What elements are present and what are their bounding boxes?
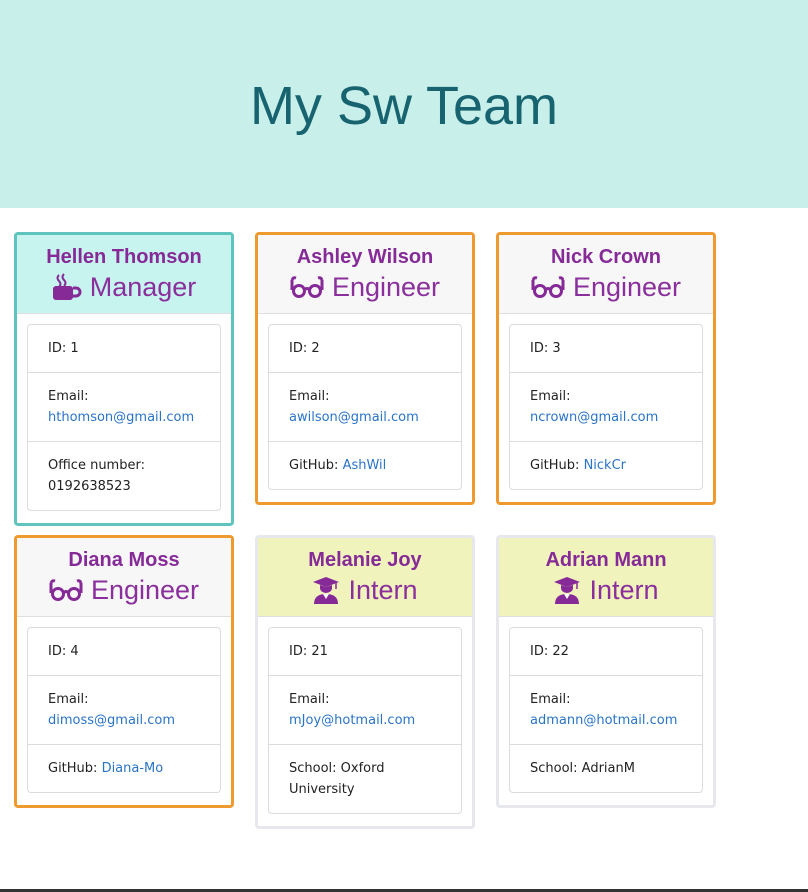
school-row: School: AdrianM bbox=[510, 744, 702, 792]
page-title: My Sw Team bbox=[249, 76, 559, 136]
employee-details: ID: 4 Email: dimoss@gmail.com GitHub: Dia… bbox=[27, 627, 221, 793]
email-row: Email: ncrown@gmail.com bbox=[510, 372, 702, 441]
glasses-icon bbox=[49, 579, 83, 601]
employee-name: Hellen Thomson bbox=[46, 246, 202, 268]
employee-id: 2 bbox=[311, 341, 320, 356]
employee-role: Intern bbox=[499, 575, 713, 605]
school-row: School: Oxford University bbox=[269, 744, 461, 813]
role-label: Engineer bbox=[331, 272, 441, 302]
employee-name: Ashley Wilson bbox=[296, 246, 434, 268]
employee-role: Manager bbox=[17, 272, 231, 302]
email-link[interactable]: ncrown@gmail.com bbox=[530, 410, 658, 425]
email-row: Email: hthomson@gmail.com bbox=[28, 372, 220, 441]
card-header: Diana Moss Engineer bbox=[17, 538, 231, 617]
employee-card-manager: Hellen Thomson Manager ID: 1 Email: hthom… bbox=[14, 232, 234, 526]
page-header: My Sw Team bbox=[0, 0, 808, 208]
employee-details: ID: 2 Email: awilson@gmail.com GitHub: As… bbox=[268, 324, 462, 490]
github-link[interactable]: Diana-Mo bbox=[102, 761, 164, 776]
card-header: Hellen Thomson Manager bbox=[17, 235, 231, 314]
employee-name: Nick Crown bbox=[550, 246, 662, 268]
employee-details: ID: 3 Email: ncrown@gmail.com GitHub: Nic… bbox=[509, 324, 703, 490]
employee-card-intern: Adrian Mann Intern ID: 22 Email: admann@h… bbox=[496, 535, 716, 808]
coffee-mug-icon bbox=[52, 273, 82, 301]
id-row: ID: 3 bbox=[530, 341, 561, 356]
employee-id: 4 bbox=[70, 644, 79, 659]
school-name: AdrianM bbox=[581, 761, 635, 776]
github-link[interactable]: NickCr bbox=[584, 458, 626, 473]
role-label: Intern bbox=[589, 575, 659, 605]
github-row: GitHub: AshWil bbox=[269, 441, 461, 489]
card-header: Adrian Mann Intern bbox=[499, 538, 713, 617]
role-label: Engineer bbox=[572, 272, 682, 302]
employee-card-engineer: Ashley Wilson Engineer ID: 2 Email: awils… bbox=[255, 232, 475, 505]
role-label: Manager bbox=[89, 272, 197, 302]
employee-role: Engineer bbox=[499, 272, 713, 302]
office-row: Office number: 0192638523 bbox=[28, 441, 220, 510]
email-row: Email: awilson@gmail.com bbox=[269, 372, 461, 441]
employee-role: Engineer bbox=[258, 272, 472, 302]
employee-card-intern: Melanie Joy Intern ID: 21 Email: mJoy@hot… bbox=[255, 535, 475, 829]
employee-role: Intern bbox=[258, 575, 472, 605]
card-header: Nick Crown Engineer bbox=[499, 235, 713, 314]
email-row: Email: mJoy@hotmail.com bbox=[269, 675, 461, 744]
employee-id: 21 bbox=[311, 644, 328, 659]
office-number: 0192638523 bbox=[48, 479, 131, 494]
employee-name: Diana Moss bbox=[68, 549, 180, 571]
employee-id: 22 bbox=[552, 644, 569, 659]
email-link[interactable]: dimoss@gmail.com bbox=[48, 713, 175, 728]
employee-role: Engineer bbox=[17, 575, 231, 605]
graduate-icon bbox=[553, 576, 581, 604]
email-row: Email: admann@hotmail.com bbox=[510, 675, 702, 744]
employee-details: ID: 1 Email: hthomson@gmail.com Office nu… bbox=[27, 324, 221, 511]
role-label: Intern bbox=[348, 575, 418, 605]
employee-details: ID: 22 Email: admann@hotmail.com School: … bbox=[509, 627, 703, 793]
graduate-icon bbox=[312, 576, 340, 604]
employee-details: ID: 21 Email: mJoy@hotmail.com School: Ox… bbox=[268, 627, 462, 814]
id-row: ID: 4 bbox=[48, 644, 79, 659]
email-link[interactable]: admann@hotmail.com bbox=[530, 713, 677, 728]
email-row: Email: dimoss@gmail.com bbox=[28, 675, 220, 744]
github-row: GitHub: Diana-Mo bbox=[28, 744, 220, 792]
card-header: Ashley Wilson Engineer bbox=[258, 235, 472, 314]
employee-name: Adrian Mann bbox=[545, 549, 667, 571]
glasses-icon bbox=[290, 276, 324, 298]
id-row: ID: 1 bbox=[48, 341, 79, 356]
github-row: GitHub: NickCr bbox=[510, 441, 702, 489]
employee-id: 3 bbox=[552, 341, 561, 356]
card-header: Melanie Joy Intern bbox=[258, 538, 472, 617]
glasses-icon bbox=[531, 276, 565, 298]
employee-card-engineer: Nick Crown Engineer ID: 3 Email: ncrown@g… bbox=[496, 232, 716, 505]
github-link[interactable]: AshWil bbox=[343, 458, 387, 473]
employee-id: 1 bbox=[70, 341, 79, 356]
id-row: ID: 22 bbox=[530, 644, 569, 659]
employee-card-engineer: Diana Moss Engineer ID: 4 Email: dimoss@g… bbox=[14, 535, 234, 808]
email-link[interactable]: awilson@gmail.com bbox=[289, 410, 419, 425]
id-row: ID: 21 bbox=[289, 644, 328, 659]
email-link[interactable]: mJoy@hotmail.com bbox=[289, 713, 415, 728]
id-row: ID: 2 bbox=[289, 341, 320, 356]
employee-name: Melanie Joy bbox=[308, 549, 422, 571]
role-label: Engineer bbox=[90, 575, 200, 605]
email-link[interactable]: hthomson@gmail.com bbox=[48, 410, 194, 425]
